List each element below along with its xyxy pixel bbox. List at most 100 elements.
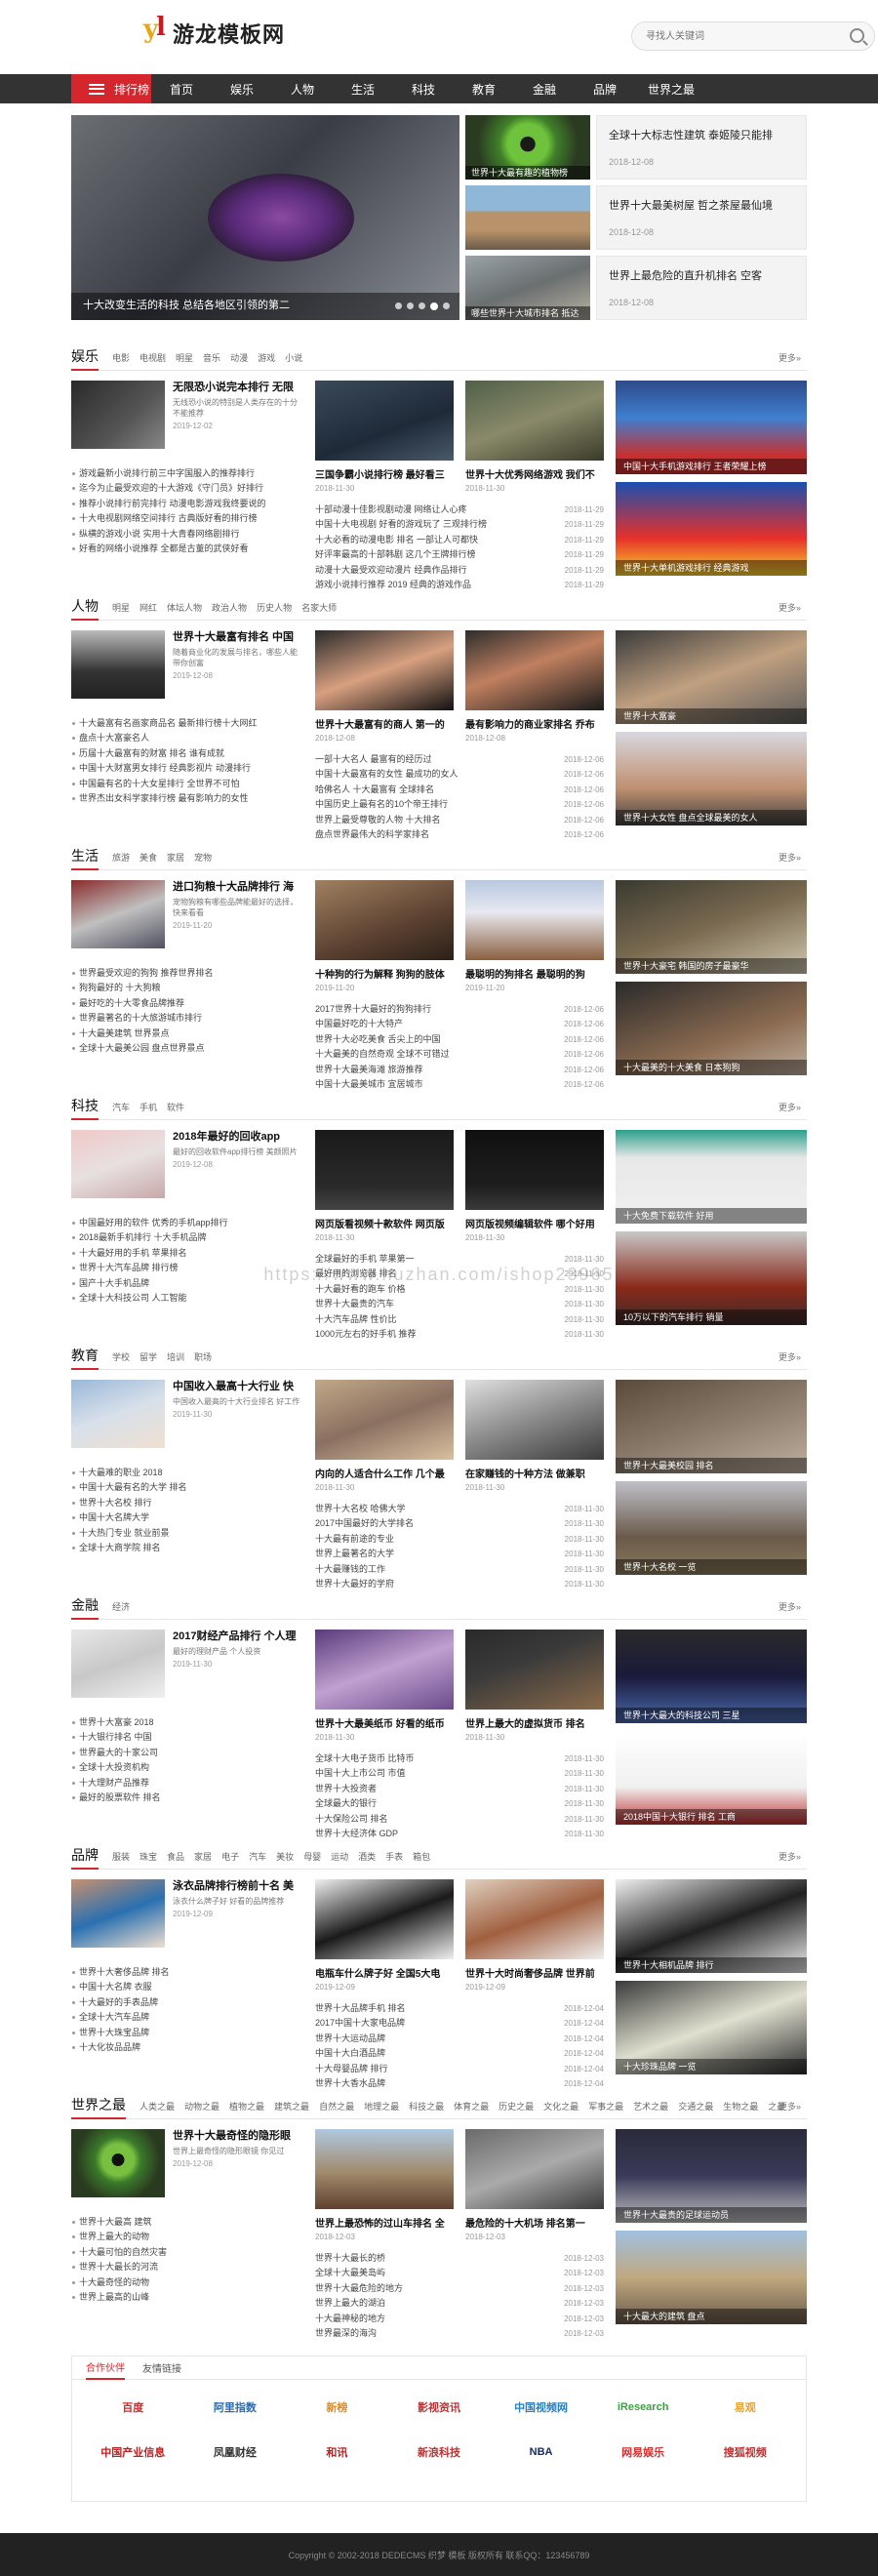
list-item[interactable]: 中国十大最美城市 宜居城市 2018-12-06: [315, 1077, 604, 1092]
card-title[interactable]: 世界上最恐怖的过山车排名 全: [315, 2215, 454, 2230]
card-image[interactable]: [465, 1630, 604, 1710]
section-tag[interactable]: 地理之最: [364, 2100, 399, 2118]
list-item[interactable]: 十大保险公司 排名 2018-11-30: [315, 1812, 604, 1827]
section-tag[interactable]: 电子: [221, 1850, 239, 1869]
list-item[interactable]: 世界十大汽车品牌 排行榜: [71, 1261, 301, 1275]
list-item[interactable]: 世界十大最长的河流: [71, 2260, 301, 2274]
card-title[interactable]: 世界上最大的虚拟货币 排名: [465, 1715, 604, 1730]
side-image[interactable]: 十大最大的建筑 盘点: [616, 2231, 807, 2324]
picture-card[interactable]: 世界上最恐怖的过山车排名 全 2018-12-03: [315, 2129, 454, 2241]
section-tag[interactable]: 历史人物: [257, 601, 292, 620]
list-item[interactable]: 十大最奇怪的动物: [71, 2275, 301, 2290]
card-title[interactable]: 世界十大优秀网络游戏 我们不: [465, 466, 604, 481]
featured-article[interactable]: 世界十大最奇怪的隐形眼 世界上最奇怪的隐形眼镜 你见过 2019-12-08: [71, 2129, 301, 2197]
tab-partners[interactable]: 合作伙伴: [86, 2359, 125, 2380]
section-tag[interactable]: 明星: [176, 351, 193, 370]
featured-title[interactable]: 2017财经产品排行 个人理: [173, 1630, 301, 1644]
search-icon[interactable]: [850, 28, 864, 43]
more-link[interactable]: 更多»: [778, 1850, 801, 1863]
section-tag[interactable]: 艺术之最: [633, 2100, 668, 2118]
partner-logo[interactable]: NBA: [490, 2438, 592, 2466]
list-item[interactable]: 世界十大必吃美食 舌尖上的中国 2018-12-06: [315, 1032, 604, 1047]
list-item[interactable]: 中国历史上最有名的10个帝王排行 2018-12-06: [315, 797, 604, 812]
headline-box[interactable]: 全球十大标志性建筑 泰姬陵只能排 2018-12-08: [596, 115, 807, 180]
side-image[interactable]: 世界十大名校 一览: [616, 1481, 807, 1575]
section-tag[interactable]: 小说: [285, 351, 302, 370]
list-item[interactable]: 世界十大运动品牌 2018-12-04: [315, 2032, 604, 2046]
section-tag[interactable]: 电影: [112, 351, 130, 370]
picture-card[interactable]: 世界十大时尚奢侈品牌 世界前 2019-12-09: [465, 1879, 604, 1992]
list-item[interactable]: 好评率最高的十部韩剧 这几个王牌排行榜 2018-11-29: [315, 547, 604, 562]
slider-dot[interactable]: [430, 302, 438, 310]
section-tag[interactable]: 动物之最: [184, 2100, 220, 2118]
list-item[interactable]: 游戏小说排行推荐 2019 经典的游戏作品 2018-11-29: [315, 578, 604, 592]
section-tag[interactable]: 政治人物: [212, 601, 247, 620]
list-item[interactable]: 世界十大珠宝品牌: [71, 2026, 301, 2040]
list-item[interactable]: 最好用的浏览器 排名 2018-11-30: [315, 1267, 604, 1281]
side-image[interactable]: 世界十大女性 盘点全球最美的女人: [616, 732, 807, 825]
featured-title[interactable]: 无限恐小说完本排行 无限: [173, 381, 301, 395]
headline-box[interactable]: 世界上最危险的直升机排名 空客 2018-12-08: [596, 256, 807, 320]
list-item[interactable]: 中国最好用的软件 优秀的手机app排行: [71, 1216, 301, 1230]
section-tag[interactable]: 历史之最: [499, 2100, 534, 2118]
list-item[interactable]: 十大最好看的跑车 价格 2018-11-30: [315, 1282, 604, 1297]
section-tag[interactable]: 体育之最: [454, 2100, 489, 2118]
card-image[interactable]: [465, 630, 604, 710]
featured-image[interactable]: [71, 1879, 165, 1948]
featured-image[interactable]: [71, 1130, 165, 1198]
section-tag[interactable]: 游戏: [258, 351, 275, 370]
list-item[interactable]: 十大最赚钱的工作 2018-11-30: [315, 1562, 604, 1577]
section-tag[interactable]: 食品: [167, 1850, 184, 1869]
card-image[interactable]: [315, 1879, 454, 1959]
list-item[interactable]: 十大最好的手表品牌: [71, 1995, 301, 2010]
list-item[interactable]: 中国十大名牌 衣服: [71, 1980, 301, 1994]
featured-image[interactable]: [71, 2129, 165, 2197]
more-link[interactable]: 更多»: [778, 1101, 801, 1113]
slider-dot[interactable]: [395, 302, 402, 309]
top-thumb[interactable]: [465, 185, 590, 250]
card-image[interactable]: [315, 1130, 454, 1210]
side-image[interactable]: 世界十大单机游戏排行 经典游戏: [616, 482, 807, 576]
side-image[interactable]: 10万以下的汽车排行 销量: [616, 1231, 807, 1325]
section-title[interactable]: 金融: [71, 1595, 99, 1620]
side-image[interactable]: 十大免费下载软件 好用: [616, 1130, 807, 1224]
list-item[interactable]: 世界十大投资者 2018-11-30: [315, 1782, 604, 1796]
featured-image[interactable]: [71, 630, 165, 699]
section-tag[interactable]: 生物之最: [723, 2100, 758, 2118]
slider-dot[interactable]: [419, 302, 425, 309]
list-item[interactable]: 狗狗最好的 十大狗粮: [71, 981, 301, 995]
featured-article[interactable]: 进口狗粮十大品牌排行 海宠物狗粮有哪些品牌能最好的选择，快来看看 2019-11-…: [71, 880, 301, 948]
list-item[interactable]: 十大理财产品推荐: [71, 1776, 301, 1791]
picture-card[interactable]: 在家赚钱的十种方法 做兼职 2018-11-30: [465, 1380, 604, 1492]
card-image[interactable]: [315, 1380, 454, 1460]
section-tag[interactable]: 交通之最: [678, 2100, 713, 2118]
featured-title[interactable]: 进口狗粮十大品牌排行 海: [173, 880, 301, 895]
list-item[interactable]: 中国十大白酒品牌 2018-12-04: [315, 2046, 604, 2061]
section-title[interactable]: 教育: [71, 1346, 99, 1370]
list-item[interactable]: 2018最新手机排行 十大手机品牌: [71, 1230, 301, 1245]
card-title[interactable]: 网页版看视频十款软件 网页版: [315, 1216, 454, 1230]
more-link[interactable]: 更多»: [778, 1600, 801, 1613]
partner-logo[interactable]: 新浪科技: [388, 2438, 491, 2466]
side-image[interactable]: 世界十大最大的科技公司 三星: [616, 1630, 807, 1723]
top-thumb[interactable]: 世界十大最有趣的植物榜: [465, 115, 590, 180]
more-link[interactable]: 更多»: [778, 851, 801, 864]
featured-article[interactable]: 世界十大最富有排名 中国 随着商业化的发展与排名，哪些人能带你创富 2019-12-…: [71, 630, 301, 699]
list-item[interactable]: 世界最大的十家公司: [71, 1746, 301, 1760]
section-tag[interactable]: 旅游: [112, 851, 130, 869]
section-tag[interactable]: 母婴: [303, 1850, 321, 1869]
section-tag[interactable]: 经济: [112, 1600, 130, 1619]
section-title[interactable]: 生活: [71, 846, 99, 870]
partner-logo[interactable]: 阿里指数: [184, 2394, 287, 2421]
featured-title[interactable]: 2018年最好的回收app: [173, 1130, 301, 1145]
card-title[interactable]: 电瓶车什么牌子好 全国5大电: [315, 1965, 454, 1980]
section-tag[interactable]: 汽车: [249, 1850, 266, 1869]
list-item[interactable]: 全球最好的手机 苹果第一 2018-11-30: [315, 1252, 604, 1267]
section-tag[interactable]: 家居: [194, 1850, 212, 1869]
list-item[interactable]: 世界十大富豪 2018: [71, 1715, 301, 1730]
side-image[interactable]: 十大最美的十大美食 日本狗狗: [616, 982, 807, 1075]
list-item[interactable]: 2017中国十大家电品牌 2018-12-04: [315, 2016, 604, 2031]
side-image[interactable]: 中国十大手机游戏排行 王者荣耀上榜: [616, 381, 807, 474]
card-title[interactable]: 世界十大最富有的商人 第一的: [315, 716, 454, 731]
featured-article[interactable]: 2017财经产品排行 个人理 最好的理财产品 个人投资 2019-11-30: [71, 1630, 301, 1698]
